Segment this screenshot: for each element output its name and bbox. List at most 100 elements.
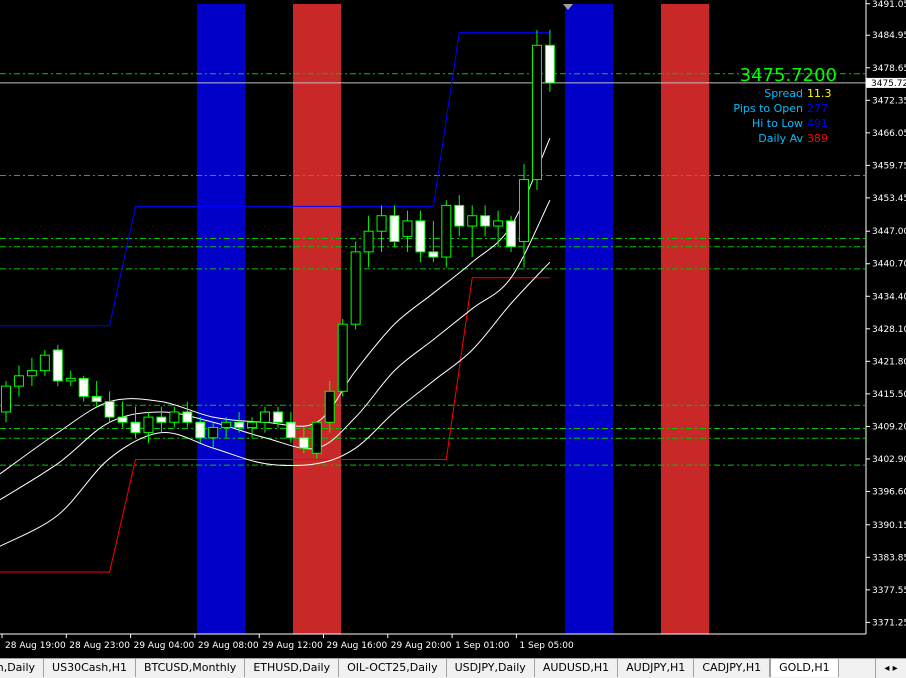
- y-tick-label: 3491.05: [872, 0, 906, 10]
- y-tick-label: 3402.90: [872, 455, 906, 465]
- info-row-spread: Spread 11.3: [733, 86, 837, 101]
- info-value: 277: [807, 102, 828, 115]
- session-band-1: [293, 4, 341, 634]
- y-tick-label: 3415.50: [872, 390, 906, 400]
- x-tick-label: 28 Aug 19:00: [5, 641, 66, 651]
- session-band-2: [565, 4, 613, 634]
- x-tick-label: 29 Aug 20:00: [391, 641, 452, 651]
- tab-cadjpy-h1[interactable]: CADJPY,H1: [694, 659, 771, 677]
- x-tick-label: 29 Aug 12:00: [262, 641, 323, 651]
- info-label: Daily Av: [758, 132, 803, 145]
- y-tick-label: 3428.10: [872, 325, 906, 335]
- x-tick-label: 1 Sep 01:00: [455, 641, 510, 651]
- bear-candle: [506, 220, 517, 248]
- y-tick-label: 3396.60: [872, 487, 906, 497]
- bull-candle: [324, 390, 335, 423]
- tab-audjpy-h1[interactable]: AUDJPY,H1: [618, 659, 695, 677]
- y-tick-label: 3377.55: [872, 586, 906, 596]
- info-row-daily-av: Daily Av 389: [733, 131, 837, 146]
- tab-sh-daily[interactable]: sh,Daily: [0, 659, 45, 677]
- bull-candle: [376, 215, 387, 232]
- bull-candle: [441, 204, 452, 258]
- bull-candle: [65, 377, 76, 382]
- tab-oil-oct25-daily[interactable]: OIL-OCT25,Daily: [339, 659, 447, 677]
- bull-candle: [311, 421, 322, 454]
- info-value: 11.3: [807, 87, 832, 100]
- info-label: Pips to Open: [733, 102, 803, 115]
- bear-candle: [156, 416, 167, 423]
- bear-candle: [91, 395, 102, 403]
- y-tick-label: 3447.00: [872, 227, 906, 237]
- bear-candle: [234, 421, 245, 428]
- bull-candle: [531, 44, 542, 181]
- bull-candle: [337, 323, 348, 392]
- tab-scroll-arrows[interactable]: ◂ ▸: [875, 659, 906, 678]
- chart-tab-bar: sh,DailyUS30Cash,H1BTCUSD,MonthlyETHUSD,…: [0, 658, 906, 678]
- bear-candle: [285, 421, 296, 439]
- info-label: Spread: [764, 87, 803, 100]
- bull-candle: [1, 385, 11, 413]
- tab-audusd-h1[interactable]: AUDUSD,H1: [535, 659, 619, 677]
- bull-candle: [260, 411, 270, 423]
- bull-candle: [143, 416, 154, 434]
- info-row-hi-to-low: Hi to Low 491: [733, 116, 837, 131]
- bull-candle: [350, 251, 361, 325]
- bear-candle: [195, 421, 206, 439]
- y-tick-label: 3434.40: [872, 292, 906, 302]
- y-tick-label: 3440.70: [872, 260, 906, 270]
- bear-candle: [480, 215, 491, 227]
- bull-candle: [519, 179, 529, 243]
- bear-candle: [544, 44, 555, 84]
- y-tick-label: 3466.05: [872, 129, 906, 139]
- tab-gold-h1[interactable]: GOLD,H1: [770, 659, 839, 677]
- current-price-tag-label: 3475.72: [871, 79, 906, 89]
- chart-area[interactable]: 3491.05 3484.95 3478.65 3472.35 3466.05 3459.…: [0, 0, 906, 658]
- y-tick-label: 3421.80: [872, 357, 906, 367]
- price-info-panel: 3475.7200 Spread 11.3 Pips to Open 277 Hi to…: [733, 66, 837, 146]
- tab-ethusd-daily[interactable]: ETHUSD,Daily: [245, 659, 340, 677]
- bull-candle: [467, 215, 478, 227]
- tab-us30cash-h1[interactable]: US30Cash,H1: [44, 659, 136, 677]
- session-band-0: [197, 4, 245, 634]
- info-row-pips-to-open: Pips to Open 277: [733, 101, 837, 116]
- bear-candle: [52, 349, 63, 382]
- y-tick-label: 3472.35: [872, 96, 906, 106]
- tab-usdjpy-daily[interactable]: USDJPY,Daily: [447, 659, 535, 677]
- session-band-3: [661, 4, 709, 634]
- bear-candle: [415, 220, 426, 253]
- x-tick-label: 29 Aug 04:00: [134, 641, 195, 651]
- bull-candle: [39, 354, 50, 372]
- bear-candle: [454, 204, 465, 227]
- bear-candle: [182, 411, 193, 423]
- bull-candle: [169, 411, 180, 423]
- y-tick-label: 3383.85: [872, 553, 906, 563]
- bear-candle: [298, 437, 309, 449]
- x-tick-label: 1 Sep 05:00: [519, 641, 574, 651]
- x-tick-label: 29 Aug 16:00: [327, 641, 388, 651]
- y-tick-label: 3409.20: [872, 422, 906, 432]
- bear-candle: [272, 411, 283, 423]
- info-label: Hi to Low: [751, 117, 803, 130]
- current-price-big: 3475.7200: [739, 65, 837, 86]
- bull-candle: [493, 220, 504, 227]
- bull-candle: [208, 426, 219, 439]
- y-tick-label: 3371.25: [872, 618, 906, 628]
- bear-candle: [117, 416, 128, 423]
- bull-candle: [402, 220, 413, 237]
- y-tick-label: 3453.45: [872, 194, 906, 204]
- bear-candle: [78, 377, 89, 397]
- x-tick-label: 28 Aug 23:00: [69, 641, 130, 651]
- y-tick-label: 3478.65: [872, 64, 906, 74]
- bull-candle: [221, 421, 232, 428]
- bear-candle: [104, 401, 115, 418]
- y-tick-label: 3390.15: [872, 521, 906, 531]
- y-tick-label: 3459.75: [872, 161, 906, 171]
- x-tick-label: 29 Aug 08:00: [198, 641, 259, 651]
- bull-candle: [363, 230, 374, 253]
- bull-candle: [247, 421, 258, 428]
- info-value: 491: [807, 117, 828, 130]
- bull-candle: [13, 375, 24, 387]
- info-value: 389: [807, 132, 828, 145]
- tab-btcusd-monthly[interactable]: BTCUSD,Monthly: [136, 659, 246, 677]
- y-tick-label: 3484.95: [872, 31, 906, 41]
